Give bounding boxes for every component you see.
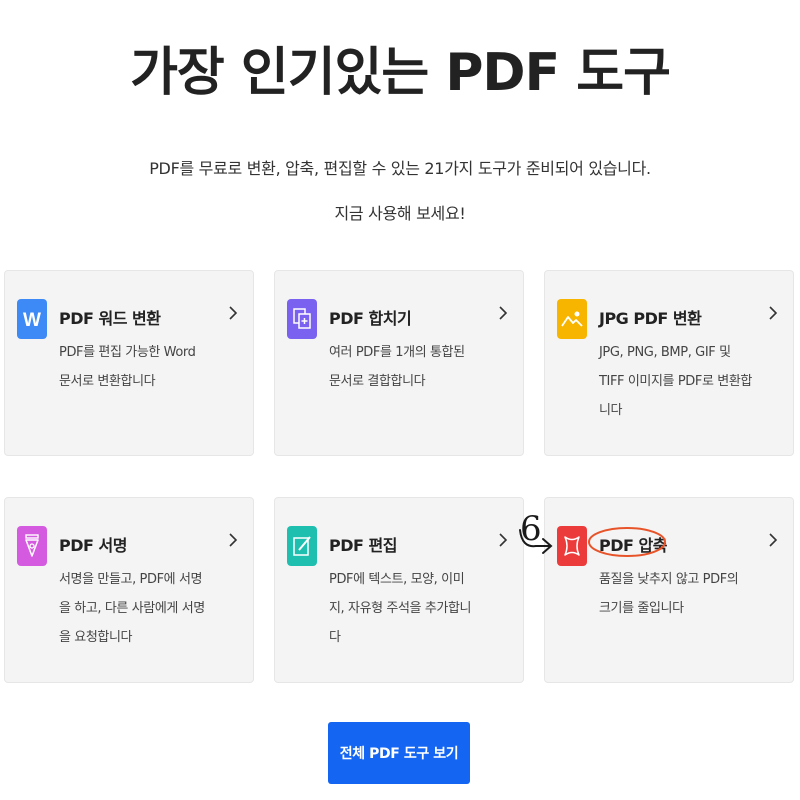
tool-card-title: PDF 워드 변환: [59, 309, 161, 328]
view-all-tools-button[interactable]: 전체 PDF 도구 보기: [328, 722, 470, 784]
tool-card-title: PDF 편집: [329, 536, 397, 555]
tool-card-pdf-to-word[interactable]: W PDF 워드 변환 PDF를 편집 가능한 Word 문서로 변환합니다: [4, 270, 254, 456]
tool-card-title: PDF 서명: [59, 536, 127, 555]
chevron-right-icon: [499, 306, 508, 320]
tool-card-description: PDF에 텍스트, 모양, 이미지, 자유형 주석을 추가합니다: [329, 572, 472, 645]
chevron-right-icon: [229, 306, 238, 320]
tool-card-description: 여러 PDF를 1개의 통합된 문서로 결합합니다: [329, 345, 465, 389]
tool-card-title: PDF 합치기: [329, 309, 412, 328]
tool-card-title: JPG PDF 변환: [599, 309, 702, 328]
tool-card-title: PDF 압축: [599, 536, 667, 555]
page-subtitle-line2: 지금 사용해 보세요!: [334, 204, 466, 223]
word-icon: W: [17, 299, 47, 339]
compress-icon: [557, 526, 587, 566]
edit-icon: [287, 526, 317, 566]
svg-text:W: W: [23, 310, 41, 330]
tool-card-description: 품질을 낮추지 않고 PDF의 크기를 줄입니다: [599, 572, 739, 616]
tool-card-sign-pdf[interactable]: PDF 서명 서명을 만들고, PDF에 서명을 하고, 다른 사람에게 서명을…: [4, 497, 254, 683]
tool-card-description: PDF를 편집 가능한 Word 문서로 변환합니다: [59, 345, 196, 389]
tool-card-compress-pdf[interactable]: PDF 압축 품질을 낮추지 않고 PDF의 크기를 줄입니다: [544, 497, 794, 683]
tool-card-description: 서명을 만들고, PDF에 서명을 하고, 다른 사람에게 서명을 요청합니다: [59, 572, 205, 645]
tool-card-jpg-to-pdf[interactable]: JPG PDF 변환 JPG, PNG, BMP, GIF 및 TIFF 이미지…: [544, 270, 794, 456]
page-title: 가장 인기있는 PDF 도구: [130, 43, 671, 103]
pen-nib-icon: [17, 526, 47, 566]
tool-card-merge-pdf[interactable]: PDF 합치기 여러 PDF를 1개의 통합된 문서로 결합합니다: [274, 270, 524, 456]
chevron-right-icon: [769, 306, 778, 320]
tool-card-description: JPG, PNG, BMP, GIF 및 TIFF 이미지를 PDF로 변환합니…: [599, 345, 752, 418]
chevron-right-icon: [229, 533, 238, 547]
chevron-right-icon: [499, 533, 508, 547]
image-icon: [557, 299, 587, 339]
chevron-right-icon: [769, 533, 778, 547]
merge-icon: [287, 299, 317, 339]
page-subtitle-line1: PDF를 무료로 변환, 압축, 편집할 수 있는 21가지 도구가 준비되어 …: [149, 159, 651, 178]
tool-card-edit-pdf[interactable]: PDF 편집 PDF에 텍스트, 모양, 이미지, 자유형 주석을 추가합니다: [274, 497, 524, 683]
